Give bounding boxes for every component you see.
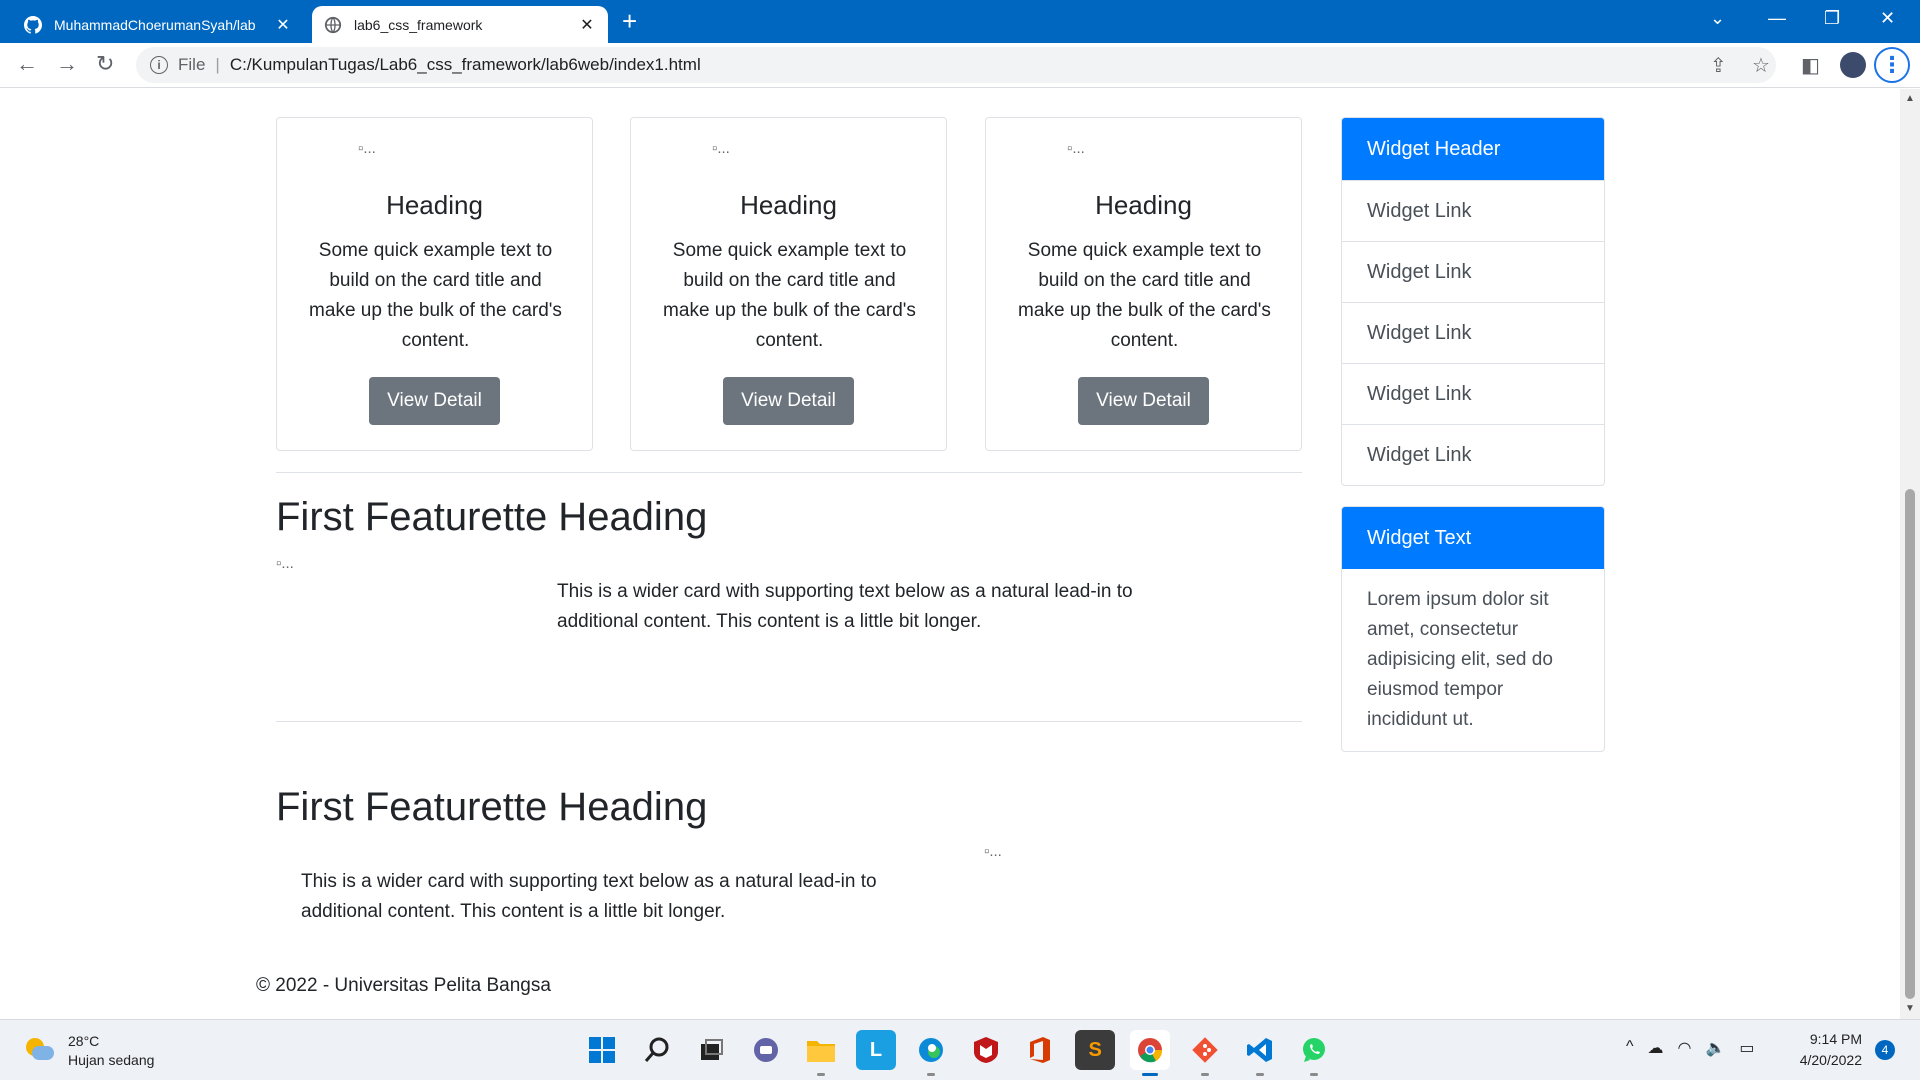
volume-icon[interactable]: 🔈 bbox=[1705, 1038, 1725, 1058]
close-tab-icon[interactable]: ✕ bbox=[578, 15, 596, 35]
wifi-icon[interactable]: ◠ bbox=[1678, 1038, 1692, 1058]
widget-text-body: Lorem ipsum dolor sit amet, consectetur … bbox=[1367, 589, 1553, 730]
divider bbox=[276, 472, 1302, 473]
close-tab-icon[interactable]: ✕ bbox=[274, 15, 292, 35]
site-info-icon[interactable]: i bbox=[150, 56, 168, 74]
teams-chat-icon[interactable] bbox=[746, 1030, 786, 1070]
office-icon[interactable] bbox=[1020, 1030, 1060, 1070]
minimize-button[interactable]: — bbox=[1768, 8, 1786, 29]
widget-link[interactable]: Widget Link bbox=[1342, 363, 1604, 424]
scroll-down-icon[interactable]: ▼ bbox=[1905, 1003, 1915, 1014]
tab-github[interactable]: MuhammadChoerumanSyah/lab ✕ bbox=[12, 6, 304, 43]
card: ▫... Heading Some quick example text to … bbox=[630, 117, 947, 451]
weather-condition: Hujan sedang bbox=[68, 1052, 155, 1068]
taskbar-clock[interactable]: 9:14 PM 4/20/2022 bbox=[1780, 1029, 1862, 1071]
view-detail-button[interactable]: View Detail bbox=[369, 377, 500, 425]
scrollbar-thumb[interactable] bbox=[1905, 489, 1915, 999]
broken-image-icon: ▫... bbox=[712, 140, 730, 157]
featurette-heading: First Featurette Heading bbox=[276, 785, 708, 829]
weather-rain-icon bbox=[26, 1036, 56, 1066]
widget-link[interactable]: Widget Link bbox=[1342, 302, 1604, 363]
broken-image-icon: ▫... bbox=[358, 140, 376, 157]
tab-search-icon[interactable]: ⌄ bbox=[1710, 8, 1725, 29]
restore-button[interactable]: ❐ bbox=[1824, 8, 1840, 29]
battery-icon[interactable]: ▭ bbox=[1739, 1038, 1754, 1058]
task-view-icon[interactable] bbox=[692, 1030, 732, 1070]
card-text: Some quick example text to build on the … bbox=[1018, 240, 1271, 351]
notification-badge[interactable]: 4 bbox=[1875, 1040, 1895, 1060]
widget-header: Widget Header bbox=[1342, 118, 1604, 180]
weather-widget[interactable]: 28°C Hujan sedang bbox=[26, 1032, 154, 1070]
divider bbox=[276, 721, 1302, 722]
view-detail-button[interactable]: View Detail bbox=[723, 377, 854, 425]
featurette-text: This is a wider card with supporting tex… bbox=[557, 581, 1133, 632]
new-tab-button[interactable]: + bbox=[622, 8, 637, 34]
scroll-up-icon[interactable]: ▲ bbox=[1905, 93, 1915, 104]
taskbar-apps: L S bbox=[582, 1030, 1349, 1076]
mcafee-icon[interactable] bbox=[966, 1030, 1006, 1070]
system-tray: ^ ☁ ◠ 🔈 ▭ bbox=[1626, 1038, 1769, 1058]
chrome-icon[interactable] bbox=[1129, 1030, 1170, 1076]
back-arrow-icon[interactable]: ← bbox=[16, 51, 38, 77]
card-text: Some quick example text to build on the … bbox=[309, 240, 562, 351]
page-footer: © 2022 - Universitas Pelita Bangsa bbox=[256, 975, 551, 996]
edge-icon[interactable] bbox=[911, 1030, 951, 1076]
card: ▫... Heading Some quick example text to … bbox=[276, 117, 593, 451]
card-heading: Heading bbox=[386, 190, 483, 220]
l-app-icon[interactable]: L bbox=[855, 1030, 896, 1070]
file-explorer-icon[interactable] bbox=[801, 1030, 841, 1076]
bookmark-star-icon[interactable]: ☆ bbox=[1752, 53, 1770, 78]
widget-link[interactable]: Widget Link bbox=[1342, 241, 1604, 302]
vertical-scrollbar[interactable]: ▲ ▼ bbox=[1900, 89, 1920, 1019]
clock-time: 9:14 PM bbox=[1809, 1031, 1862, 1047]
windows-start-icon[interactable] bbox=[582, 1030, 622, 1070]
tab-title: MuhammadChoerumanSyah/lab bbox=[54, 16, 256, 33]
card-text: Some quick example text to build on the … bbox=[663, 240, 916, 351]
forward-arrow-icon[interactable]: → bbox=[56, 51, 78, 77]
vscode-icon[interactable] bbox=[1240, 1030, 1280, 1076]
clock-date: 4/20/2022 bbox=[1799, 1052, 1862, 1068]
github-icon bbox=[24, 15, 42, 34]
widget-text-header: Widget Text bbox=[1342, 507, 1604, 569]
weather-temp: 28°C bbox=[68, 1033, 100, 1049]
search-icon[interactable] bbox=[637, 1030, 677, 1070]
widget-links: Widget Header Widget Link Widget Link Wi… bbox=[1341, 117, 1605, 486]
address-separator: | bbox=[215, 55, 220, 74]
windows-taskbar: 28°C Hujan sedang L S ^ ☁ ◠ 🔈 ▭ 9:14 PM … bbox=[0, 1019, 1920, 1080]
view-detail-button[interactable]: View Detail bbox=[1078, 377, 1209, 425]
profile-avatar[interactable] bbox=[1840, 52, 1866, 78]
broken-image-icon: ▫... bbox=[1067, 140, 1085, 157]
close-window-button[interactable]: ✕ bbox=[1880, 8, 1895, 29]
address-url[interactable]: C:/KumpulanTugas/Lab6_css_framework/lab6… bbox=[230, 55, 701, 75]
tab-title: lab6_css_framework bbox=[354, 16, 483, 33]
widget-link[interactable]: Widget Link bbox=[1342, 180, 1604, 241]
widget-text: Widget Text Lorem ipsum dolor sit amet, … bbox=[1341, 506, 1605, 752]
card: ▫... Heading Some quick example text to … bbox=[985, 117, 1302, 451]
reload-icon[interactable]: ↻ bbox=[96, 51, 114, 77]
card-heading: Heading bbox=[1095, 190, 1192, 220]
onedrive-cloud-icon[interactable]: ☁ bbox=[1648, 1038, 1664, 1058]
share-icon[interactable]: ⇪ bbox=[1710, 53, 1727, 78]
address-scheme: File bbox=[178, 55, 206, 74]
globe-icon bbox=[324, 16, 342, 33]
tab-strip: MuhammadChoerumanSyah/lab ✕ lab6_css_fra… bbox=[0, 0, 1920, 43]
broken-image-icon: ▫... bbox=[276, 555, 294, 572]
chevron-up-icon[interactable]: ^ bbox=[1626, 1038, 1634, 1058]
widget-link[interactable]: Widget Link bbox=[1342, 424, 1604, 485]
tab-lab6[interactable]: lab6_css_framework ✕ bbox=[312, 6, 608, 43]
featurette-text: This is a wider card with supporting tex… bbox=[301, 871, 877, 922]
sublime-text-icon[interactable]: S bbox=[1075, 1030, 1116, 1070]
side-panel-icon[interactable]: ◧ bbox=[1801, 53, 1820, 78]
featurette-heading: First Featurette Heading bbox=[276, 495, 708, 539]
browser-menu-icon[interactable]: ⋮ bbox=[1874, 47, 1910, 83]
git-icon[interactable] bbox=[1185, 1030, 1225, 1076]
page-viewport: ▫... Heading Some quick example text to … bbox=[0, 89, 1900, 1019]
card-heading: Heading bbox=[740, 190, 837, 220]
browser-toolbar: ← → ↻ i File | C:/KumpulanTugas/Lab6_css… bbox=[0, 43, 1920, 88]
address-bar[interactable]: i File | C:/KumpulanTugas/Lab6_css_frame… bbox=[136, 47, 1776, 83]
whatsapp-icon[interactable] bbox=[1294, 1030, 1334, 1076]
broken-image-icon: ▫... bbox=[984, 843, 1002, 860]
